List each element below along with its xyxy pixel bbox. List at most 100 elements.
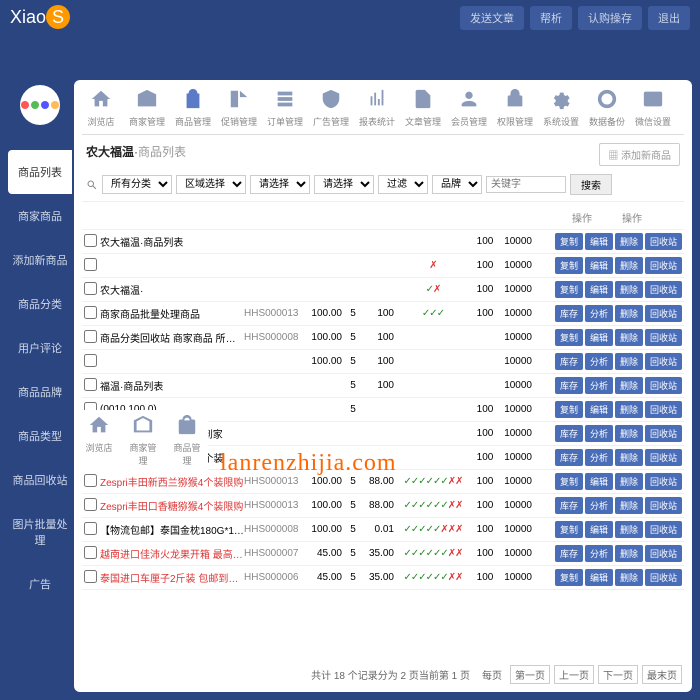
op-btn-1[interactable]: 编辑 (585, 281, 613, 298)
filter-sel2[interactable]: 请选择 (314, 175, 374, 194)
op-btn-0[interactable]: 库存 (555, 305, 583, 322)
toolbar-8[interactable]: 会员管理 (450, 88, 488, 128)
op-btn-2[interactable]: 删除 (615, 401, 643, 418)
sidebar-item-5[interactable]: 商品品牌 (8, 370, 72, 414)
row-checkbox[interactable] (84, 498, 97, 511)
filter-category[interactable]: 所有分类 (102, 175, 172, 194)
toolbar-4[interactable]: 订单管理 (266, 88, 304, 128)
op-btn-0[interactable]: 复制 (555, 569, 583, 586)
row-checkbox[interactable] (84, 378, 97, 391)
op-btn-1[interactable]: 编辑 (585, 257, 613, 274)
row-checkbox[interactable] (84, 282, 97, 295)
op-btn-1[interactable]: 分析 (585, 545, 613, 562)
op-btn-3[interactable]: 回收站 (645, 329, 682, 346)
op-btn-3[interactable]: 回收站 (645, 257, 682, 274)
filter-keyword[interactable] (486, 176, 566, 193)
op-btn-0[interactable]: 库存 (555, 545, 583, 562)
toolbar-0[interactable]: 浏览店 (82, 88, 120, 128)
op-btn-3[interactable]: 回收站 (645, 425, 682, 442)
pager-first[interactable]: 第一页 (510, 665, 550, 684)
op-btn-2[interactable]: 删除 (615, 425, 643, 442)
op-btn-0[interactable]: 复制 (555, 329, 583, 346)
op-btn-3[interactable]: 回收站 (645, 377, 682, 394)
op-btn-2[interactable]: 删除 (615, 569, 643, 586)
sidebar-item-7[interactable]: 商品回收站 (8, 458, 72, 502)
op-btn-3[interactable]: 回收站 (645, 233, 682, 250)
sidebar-item-1[interactable]: 商家商品 (8, 194, 72, 238)
filter-filter[interactable]: 过滤 (378, 175, 428, 194)
op-btn-0[interactable]: 复制 (555, 281, 583, 298)
op-btn-3[interactable]: 回收站 (645, 497, 682, 514)
op-btn-1[interactable]: 分析 (585, 353, 613, 370)
op-btn-0[interactable]: 复制 (555, 521, 583, 538)
sidebar-item-2[interactable]: 添加新商品 (8, 238, 72, 282)
sidebar-item-3[interactable]: 商品分类 (8, 282, 72, 326)
topnav-logout[interactable]: 退出 (648, 6, 690, 30)
op-btn-1[interactable]: 编辑 (585, 329, 613, 346)
toolbar-1[interactable]: 商家管理 (128, 88, 166, 128)
op-btn-3[interactable]: 回收站 (645, 521, 682, 538)
sidebar-item-4[interactable]: 用户评论 (8, 326, 72, 370)
row-checkbox[interactable] (84, 330, 97, 343)
op-btn-0[interactable]: 复制 (555, 257, 583, 274)
op-btn-3[interactable]: 回收站 (645, 305, 682, 322)
toolbar-12[interactable]: 微信设置 (634, 88, 672, 128)
op-btn-1[interactable]: 编辑 (585, 233, 613, 250)
op-btn-2[interactable]: 删除 (615, 353, 643, 370)
op-btn-1[interactable]: 分析 (585, 377, 613, 394)
mini-home-icon[interactable]: 浏览店 (82, 414, 116, 467)
add-product-button[interactable]: ▦ 添加新商品 (599, 143, 680, 166)
toolbar-2[interactable]: 商品管理 (174, 88, 212, 128)
filter-sel1[interactable]: 请选择 (250, 175, 310, 194)
sidebar-item-6[interactable]: 商品类型 (8, 414, 72, 458)
op-btn-2[interactable]: 删除 (615, 329, 643, 346)
row-checkbox[interactable] (84, 306, 97, 319)
op-btn-2[interactable]: 删除 (615, 281, 643, 298)
filter-brand[interactable]: 品牌 (432, 175, 482, 194)
op-btn-2[interactable]: 删除 (615, 473, 643, 490)
sidebar-item-9[interactable]: 广告 (8, 562, 72, 606)
op-btn-0[interactable]: 库存 (555, 353, 583, 370)
op-btn-3[interactable]: 回收站 (645, 473, 682, 490)
row-checkbox[interactable] (84, 546, 97, 559)
op-btn-0[interactable]: 库存 (555, 449, 583, 466)
sidebar-item-8[interactable]: 图片批量处理 (8, 502, 72, 562)
op-btn-0[interactable]: 复制 (555, 473, 583, 490)
mini-shop-icon[interactable]: 商家管理 (126, 414, 160, 467)
op-btn-2[interactable]: 删除 (615, 257, 643, 274)
op-btn-3[interactable]: 回收站 (645, 353, 682, 370)
op-btn-3[interactable]: 回收站 (645, 449, 682, 466)
row-checkbox[interactable] (84, 570, 97, 583)
op-btn-3[interactable]: 回收站 (645, 569, 682, 586)
toolbar-3[interactable]: 促销管理 (220, 88, 258, 128)
row-checkbox[interactable] (84, 234, 97, 247)
topnav-analyze[interactable]: 帮析 (530, 6, 572, 30)
op-btn-1[interactable]: 分析 (585, 425, 613, 442)
op-btn-1[interactable]: 分析 (585, 305, 613, 322)
toolbar-11[interactable]: 数据备份 (588, 88, 626, 128)
toolbar-9[interactable]: 权限管理 (496, 88, 534, 128)
row-checkbox[interactable] (84, 354, 97, 367)
toolbar-10[interactable]: 系统设置 (542, 88, 580, 128)
op-btn-2[interactable]: 删除 (615, 305, 643, 322)
sidebar-item-0[interactable]: 商品列表 (8, 150, 72, 194)
op-btn-1[interactable]: 编辑 (585, 521, 613, 538)
op-btn-3[interactable]: 回收站 (645, 281, 682, 298)
pager-last[interactable]: 最末页 (642, 665, 682, 684)
op-btn-1[interactable]: 编辑 (585, 569, 613, 586)
op-btn-2[interactable]: 删除 (615, 233, 643, 250)
op-btn-2[interactable]: 删除 (615, 497, 643, 514)
op-btn-2[interactable]: 删除 (615, 449, 643, 466)
op-btn-0[interactable]: 库存 (555, 497, 583, 514)
op-btn-1[interactable]: 分析 (585, 449, 613, 466)
topnav-article[interactable]: 发送文章 (460, 6, 524, 30)
op-btn-0[interactable]: 库存 (555, 377, 583, 394)
search-button[interactable]: 搜索 (570, 174, 612, 195)
op-btn-1[interactable]: 编辑 (585, 401, 613, 418)
op-btn-3[interactable]: 回收站 (645, 401, 682, 418)
op-btn-0[interactable]: 复制 (555, 401, 583, 418)
filter-region[interactable]: 区域选择 (176, 175, 246, 194)
row-checkbox[interactable] (84, 258, 97, 271)
toolbar-5[interactable]: 广告管理 (312, 88, 350, 128)
row-checkbox[interactable] (84, 474, 97, 487)
